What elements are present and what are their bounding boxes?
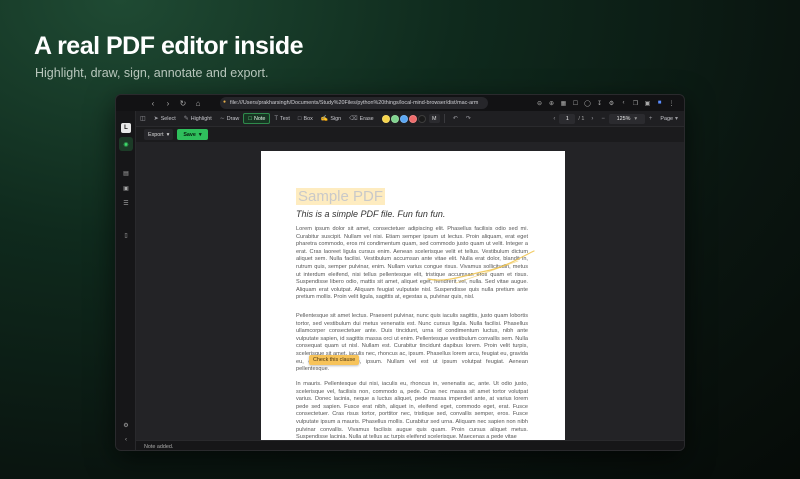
zoom-out-button[interactable]: − — [597, 113, 609, 124]
lock-icon: ● — [223, 99, 227, 105]
tool-note[interactable]: □ Note — [243, 113, 271, 124]
action-bar: Export ▾ Save ▾ — [136, 127, 684, 142]
save-button[interactable]: Save ▾ — [177, 129, 208, 140]
tool-sign[interactable]: ✍ Sign — [317, 113, 345, 124]
hero-title: A real PDF editor inside — [34, 32, 304, 60]
back-icon[interactable]: ‹ — [146, 96, 160, 110]
forward-icon[interactable]: › — [161, 96, 175, 110]
shield-icon[interactable]: ◯ — [583, 99, 592, 108]
document-icon[interactable]: ▤ — [121, 168, 131, 178]
chevron-down-icon: ▾ — [674, 116, 678, 122]
color-swatch-blue[interactable] — [399, 114, 408, 123]
tool-highlight[interactable]: ✎ Highlight — [180, 113, 216, 124]
tool-erase[interactable]: ⌫ Erase — [345, 113, 378, 124]
editor-toolbar: ◫ ➤ Select ✎ Highlight ∼ Draw □ Note T Text □… — [136, 111, 684, 127]
document-canvas[interactable]: Sample PDF This is a simple PDF file. Fu… — [136, 142, 684, 440]
page-menu[interactable]: Page ▾ — [656, 113, 682, 124]
signature-icon: ✍ — [320, 116, 329, 122]
box-icon: □ — [297, 115, 302, 122]
color-swatch-green[interactable] — [390, 114, 399, 123]
page-total: / 1 — [578, 115, 585, 122]
translate-icon[interactable]: ▣ — [643, 99, 652, 108]
color-swatch-red[interactable] — [408, 114, 417, 123]
status-message: Note added. — [144, 443, 174, 450]
pdf-paragraph: In mauris. Pellentesque dui nisi, iaculi… — [296, 381, 528, 440]
color-swatch-black[interactable] — [417, 114, 426, 123]
color-swatch-yellow[interactable] — [381, 114, 390, 123]
settings-icon[interactable]: ⚙ — [607, 99, 616, 108]
zoom-in-button[interactable]: + — [645, 113, 657, 124]
pdf-page[interactable]: Sample PDF This is a simple PDF file. Fu… — [261, 151, 565, 440]
prev-page-icon[interactable]: ‹ — [549, 113, 559, 124]
settings-rail-icon[interactable]: ⚙ — [121, 420, 131, 430]
list-icon[interactable]: ☰ — [121, 198, 131, 208]
home-icon[interactable]: ⌂ — [191, 96, 205, 110]
text-icon: T — [274, 115, 279, 122]
menu-icon[interactable]: ⋮ — [667, 99, 676, 108]
copy-icon[interactable]: ❐ — [631, 99, 640, 108]
color-palette — [381, 114, 427, 123]
bookmark-icon[interactable]: ☐ — [571, 99, 580, 108]
next-page-icon[interactable]: › — [587, 113, 597, 124]
bookmark-rail-icon[interactable]: ▯ — [121, 230, 131, 240]
sticky-note[interactable]: Check this clause — [309, 355, 360, 365]
highlighter-icon: ✎ — [183, 116, 189, 122]
download-icon[interactable]: ↧ — [595, 99, 604, 108]
pen-icon: ∼ — [219, 116, 225, 122]
zoom-select[interactable]: 125% ▾ — [608, 113, 645, 124]
code-icon[interactable]: ‹ — [619, 99, 628, 108]
home-rail-icon[interactable]: ◉ — [119, 137, 133, 151]
stroke-size-select[interactable]: M — [428, 114, 440, 123]
hero-subtitle: Highlight, draw, sign, annotate and expo… — [35, 66, 269, 80]
url-text: file:///Users/prakharsingh/Documents/Stu… — [230, 100, 479, 106]
sidebar-toggle-icon[interactable]: ◫ — [136, 113, 150, 124]
status-bar: Note added. — [136, 440, 684, 450]
app-logo-icon[interactable]: L — [121, 123, 131, 133]
chevron-down-icon: ▾ — [166, 131, 170, 138]
pdf-subtitle: This is a simple PDF file. Fun fun fun. — [296, 209, 446, 219]
image-icon[interactable]: ▣ — [121, 183, 131, 193]
reload-icon[interactable]: ↻ — [176, 96, 190, 110]
collapse-icon[interactable]: ‹ — [121, 435, 131, 445]
pdf-title: Sample PDF — [296, 188, 386, 205]
export-button[interactable]: Export ▾ — [144, 129, 174, 140]
tool-draw[interactable]: ∼ Draw — [216, 113, 244, 124]
extensions-icon[interactable]: ■ — [655, 99, 664, 108]
chevron-down-icon: ▾ — [198, 131, 202, 138]
divider — [443, 114, 445, 123]
redo-icon[interactable]: ↷ — [462, 113, 475, 124]
page-number-input[interactable]: 1 — [559, 113, 576, 124]
zoom-in-icon[interactable]: ⊕ — [547, 99, 556, 108]
freehand-drawing[interactable] — [426, 247, 536, 287]
address-bar[interactable]: ● file:///Users/prakharsingh/Documents/S… — [220, 97, 488, 109]
chevron-down-icon: ▾ — [634, 115, 638, 122]
cursor-icon: ➤ — [153, 116, 159, 122]
zoom-out-icon[interactable]: ⊖ — [535, 99, 544, 108]
browser-chrome: ‹ › ↻ ⌂ ● file:///Users/prakharsingh/Doc… — [116, 95, 684, 111]
tool-select[interactable]: ➤ Select — [150, 113, 180, 124]
grid-icon[interactable]: ▦ — [559, 99, 568, 108]
undo-icon[interactable]: ↶ — [449, 113, 462, 124]
tool-box[interactable]: □ Box — [294, 113, 317, 124]
app-window: ‹ › ↻ ⌂ ● file:///Users/prakharsingh/Doc… — [115, 94, 685, 451]
eraser-icon: ⌫ — [349, 116, 358, 122]
note-icon: □ — [248, 115, 252, 122]
tool-text[interactable]: T Text — [270, 113, 294, 124]
left-rail: L ◉ ▤ ▣ ☰ ▯ ⚙ ‹ — [116, 111, 136, 450]
